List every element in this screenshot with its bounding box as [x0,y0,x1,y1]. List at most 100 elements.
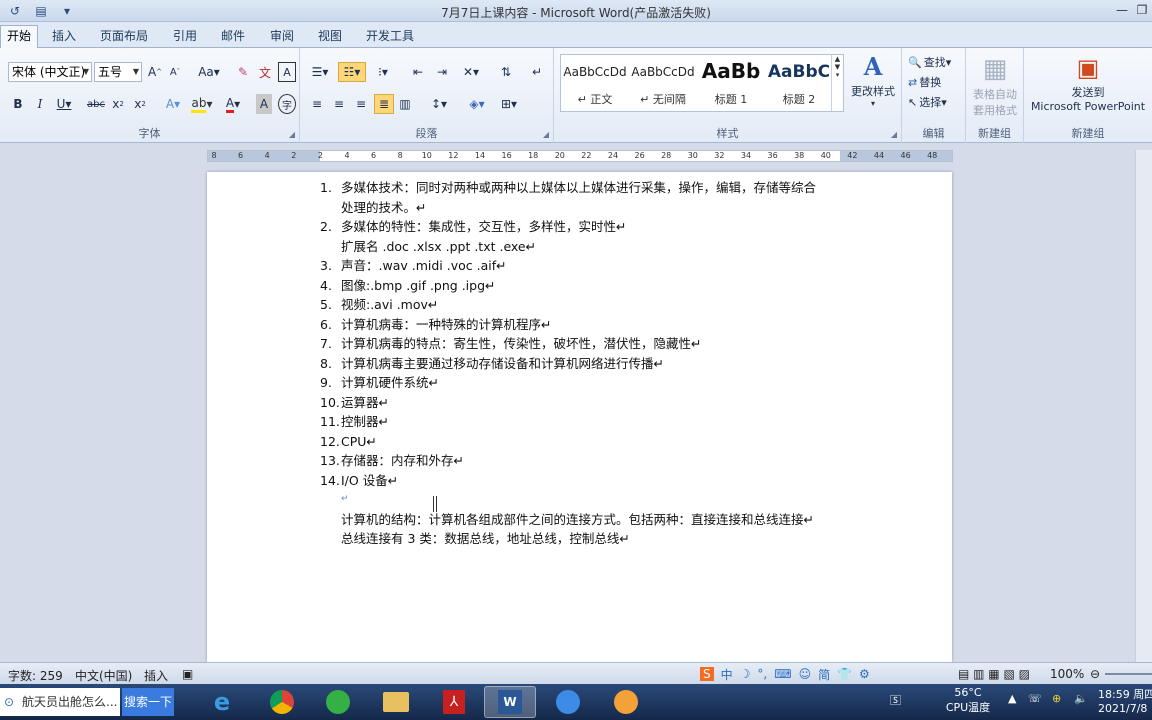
vertical-scrollbar[interactable] [1135,150,1152,662]
distributed-icon[interactable]: ▥ [396,94,414,114]
style-heading-1[interactable]: AaBb 标题 1 [697,55,765,111]
list-item[interactable]: 1. 多媒体技术：同时对两种或两种以上媒体以上媒体进行采集，操作，编辑，存储等综合 [207,178,952,198]
cpu-temperature[interactable]: 56°C CPU温度 [940,686,996,715]
browser-360-icon[interactable] [312,686,364,718]
line-spacing-icon[interactable]: ↕▾ [426,94,452,114]
list-item[interactable]: 12. CPU↵ [207,432,952,452]
ie-icon[interactable]: e [196,686,248,718]
recorder-icon[interactable] [600,686,652,718]
style-normal[interactable]: AaBbCcDd ↵ 正文 [561,55,629,111]
list-item[interactable]: 11. 控制器↵ [207,412,952,432]
horizontal-ruler[interactable]: 8 6 4 2 2 4 6 8 10 12 14 16 18 20 22 24 26 28 30 32 34 36 38 40… [207,150,953,162]
search-button[interactable]: 搜索一下 [122,688,174,716]
dialog-launcher-icon[interactable]: ◢ [289,130,295,139]
strikethrough-button[interactable]: abc [86,94,106,114]
list-item[interactable]: 扩展名 .doc .xlsx .ppt .txt .exe↵ [207,237,952,257]
tab-home[interactable]: 开始 [0,25,38,49]
decrease-indent-icon[interactable]: ⇤ [408,62,428,82]
tab-page-layout[interactable]: 页面布局 [94,26,154,48]
italic-button[interactable]: I [32,94,48,114]
paragraph[interactable]: 计算机的结构：计算机各组成部件之间的连接方式。包括两种：直接连接和总线连接↵ [341,510,814,529]
tray-expand-icon[interactable]: ▲ [1008,692,1016,705]
text-effects-icon[interactable]: A▾ [162,94,184,114]
bold-button[interactable]: B [10,94,26,114]
skin-icon[interactable]: 👕 [837,667,852,681]
bullets-icon[interactable]: ☰▾ [308,62,332,82]
network-icon[interactable]: ☏ [1028,692,1042,705]
font-name-combo[interactable]: 宋体 (中文正) ▼ [8,62,92,82]
document-page[interactable]: 1. 多媒体技术：同时对两种或两种以上媒体以上媒体进行采集，操作，编辑，存储等综合… [207,172,952,662]
tab-review[interactable]: 审阅 [262,26,302,48]
enclose-char-icon[interactable]: 字 [278,94,296,114]
list-item[interactable]: 3. 声音：.wav .midi .voc .aif↵ [207,256,952,276]
subscript-button[interactable]: x2 [110,94,126,114]
list-item[interactable]: 6. 计算机病毒：一种特殊的计算机程序↵ [207,315,952,335]
multilevel-list-icon[interactable]: ⁝▾ [370,62,396,82]
zoom-out-icon[interactable]: ⊖ [1090,667,1100,681]
list-item[interactable]: 5. 视频:.avi .mov↵ [207,295,952,315]
list-item[interactable]: 8. 计算机病毒主要通过移动存储设备和计算机网络进行传播↵ [207,354,952,374]
tab-mailings[interactable]: 邮件 [213,26,253,48]
change-styles-button[interactable]: A 更改样式 ▾ [846,52,900,108]
keyboard-icon[interactable]: ⌨ [774,667,791,681]
align-left-icon[interactable]: ≡ [308,94,326,114]
phonetic-guide-icon[interactable]: 文 [256,62,274,82]
paragraph[interactable]: ↵ [341,490,349,509]
list-item[interactable]: 7. 计算机病毒的特点：寄生性，传染性，破坏性，潜伏性，隐藏性↵ [207,334,952,354]
tab-view[interactable]: 视图 [310,26,350,48]
restore-button[interactable]: ❐ [1132,0,1152,20]
word-count[interactable]: 字数: 259 [8,667,63,684]
borders-icon[interactable]: ⊞▾ [496,94,522,114]
acrobat-icon[interactable]: ⅄ [428,686,480,718]
list-item[interactable]: 13. 存储器：内存和外存↵ [207,451,952,471]
show-marks-icon[interactable]: ↵ [528,62,546,82]
moon-icon[interactable]: ☽ [740,667,751,681]
ime-simplified[interactable]: 简 [818,666,830,683]
ime-mode[interactable]: 中 [721,666,733,683]
tab-references[interactable]: 引用 [165,26,205,48]
sort-icon[interactable]: ⇅ [496,62,516,82]
list-item[interactable]: 2. 多媒体的特性：集成性，交互性，多样性，实时性↵ [207,217,952,237]
list-item[interactable]: 10. 运算器↵ [207,393,952,413]
punctuation-icon[interactable]: °, [757,667,767,681]
select-button[interactable]: ↖ 选择 ▾ [908,92,964,112]
zoom-slider[interactable] [1105,673,1152,675]
add-icon[interactable]: ⊕ [1052,692,1061,705]
dialog-launcher-icon[interactable]: ◢ [891,130,897,139]
replace-button[interactable]: ⇄ 替换 [908,72,964,92]
change-case-button[interactable]: Aa▾ [196,62,222,82]
list-item[interactable]: 4. 图像:.bmp .gif .png .ipg↵ [207,276,952,296]
font-size-combo[interactable]: 五号 ▼ [94,62,142,82]
file-explorer-icon[interactable] [370,686,422,718]
table-autoformat-button[interactable]: ▦ 表格自动 套用格式 [966,54,1024,118]
list-item[interactable]: 9. 计算机硬件系统↵ [207,373,952,393]
sogou-tray-icon[interactable]: 🅂 [890,692,901,708]
macro-record-icon[interactable]: ▣ [182,667,193,681]
language-indicator[interactable]: 中文(中国) [75,667,132,684]
find-button[interactable]: 🔍 查找 ▾ [908,52,964,72]
send-to-powerpoint-button[interactable]: ▣ 发送到 Microsoft PowerPoint [1024,54,1152,113]
feishu-icon[interactable] [542,686,594,718]
shading-icon[interactable]: ◈▾ [464,94,490,114]
volume-icon[interactable]: 🔈 [1074,692,1088,705]
word-icon[interactable]: W [484,686,536,718]
superscript-button[interactable]: x2 [132,94,148,114]
gallery-scroll[interactable]: ▲ ▼ ▾ [831,55,843,111]
increase-indent-icon[interactable]: ⇥ [432,62,452,82]
list-item[interactable]: 14. I/O 设备↵ [207,471,952,491]
taskbar-search-input[interactable]: ⊙ 航天员出舱怎么... [0,688,120,716]
align-center-icon[interactable]: ≡ [330,94,348,114]
chrome-icon[interactable] [256,686,308,718]
grow-font-button[interactable]: A ^ [146,62,164,82]
paragraph[interactable]: 总线连接有 3 类：数据总线，地址总线，控制总线↵ [341,529,630,548]
clear-format-icon[interactable]: ✎ [234,62,252,82]
style-no-spacing[interactable]: AaBbCcDd ↵ 无间隔 [629,55,697,111]
list-item[interactable]: 处理的技术。↵ [207,198,952,218]
highlight-icon[interactable]: ab ▾ [190,94,214,114]
numbering-icon[interactable]: ☷▾ [338,62,366,82]
align-right-icon[interactable]: ≡ [352,94,370,114]
insert-mode[interactable]: 插入 [144,667,168,684]
gear-icon[interactable]: ⚙ [859,667,870,681]
print-layout-view-icon[interactable]: ▤ ▥ ▦ ▧ ▨ [958,667,1030,681]
char-border-icon[interactable]: A [278,62,296,82]
